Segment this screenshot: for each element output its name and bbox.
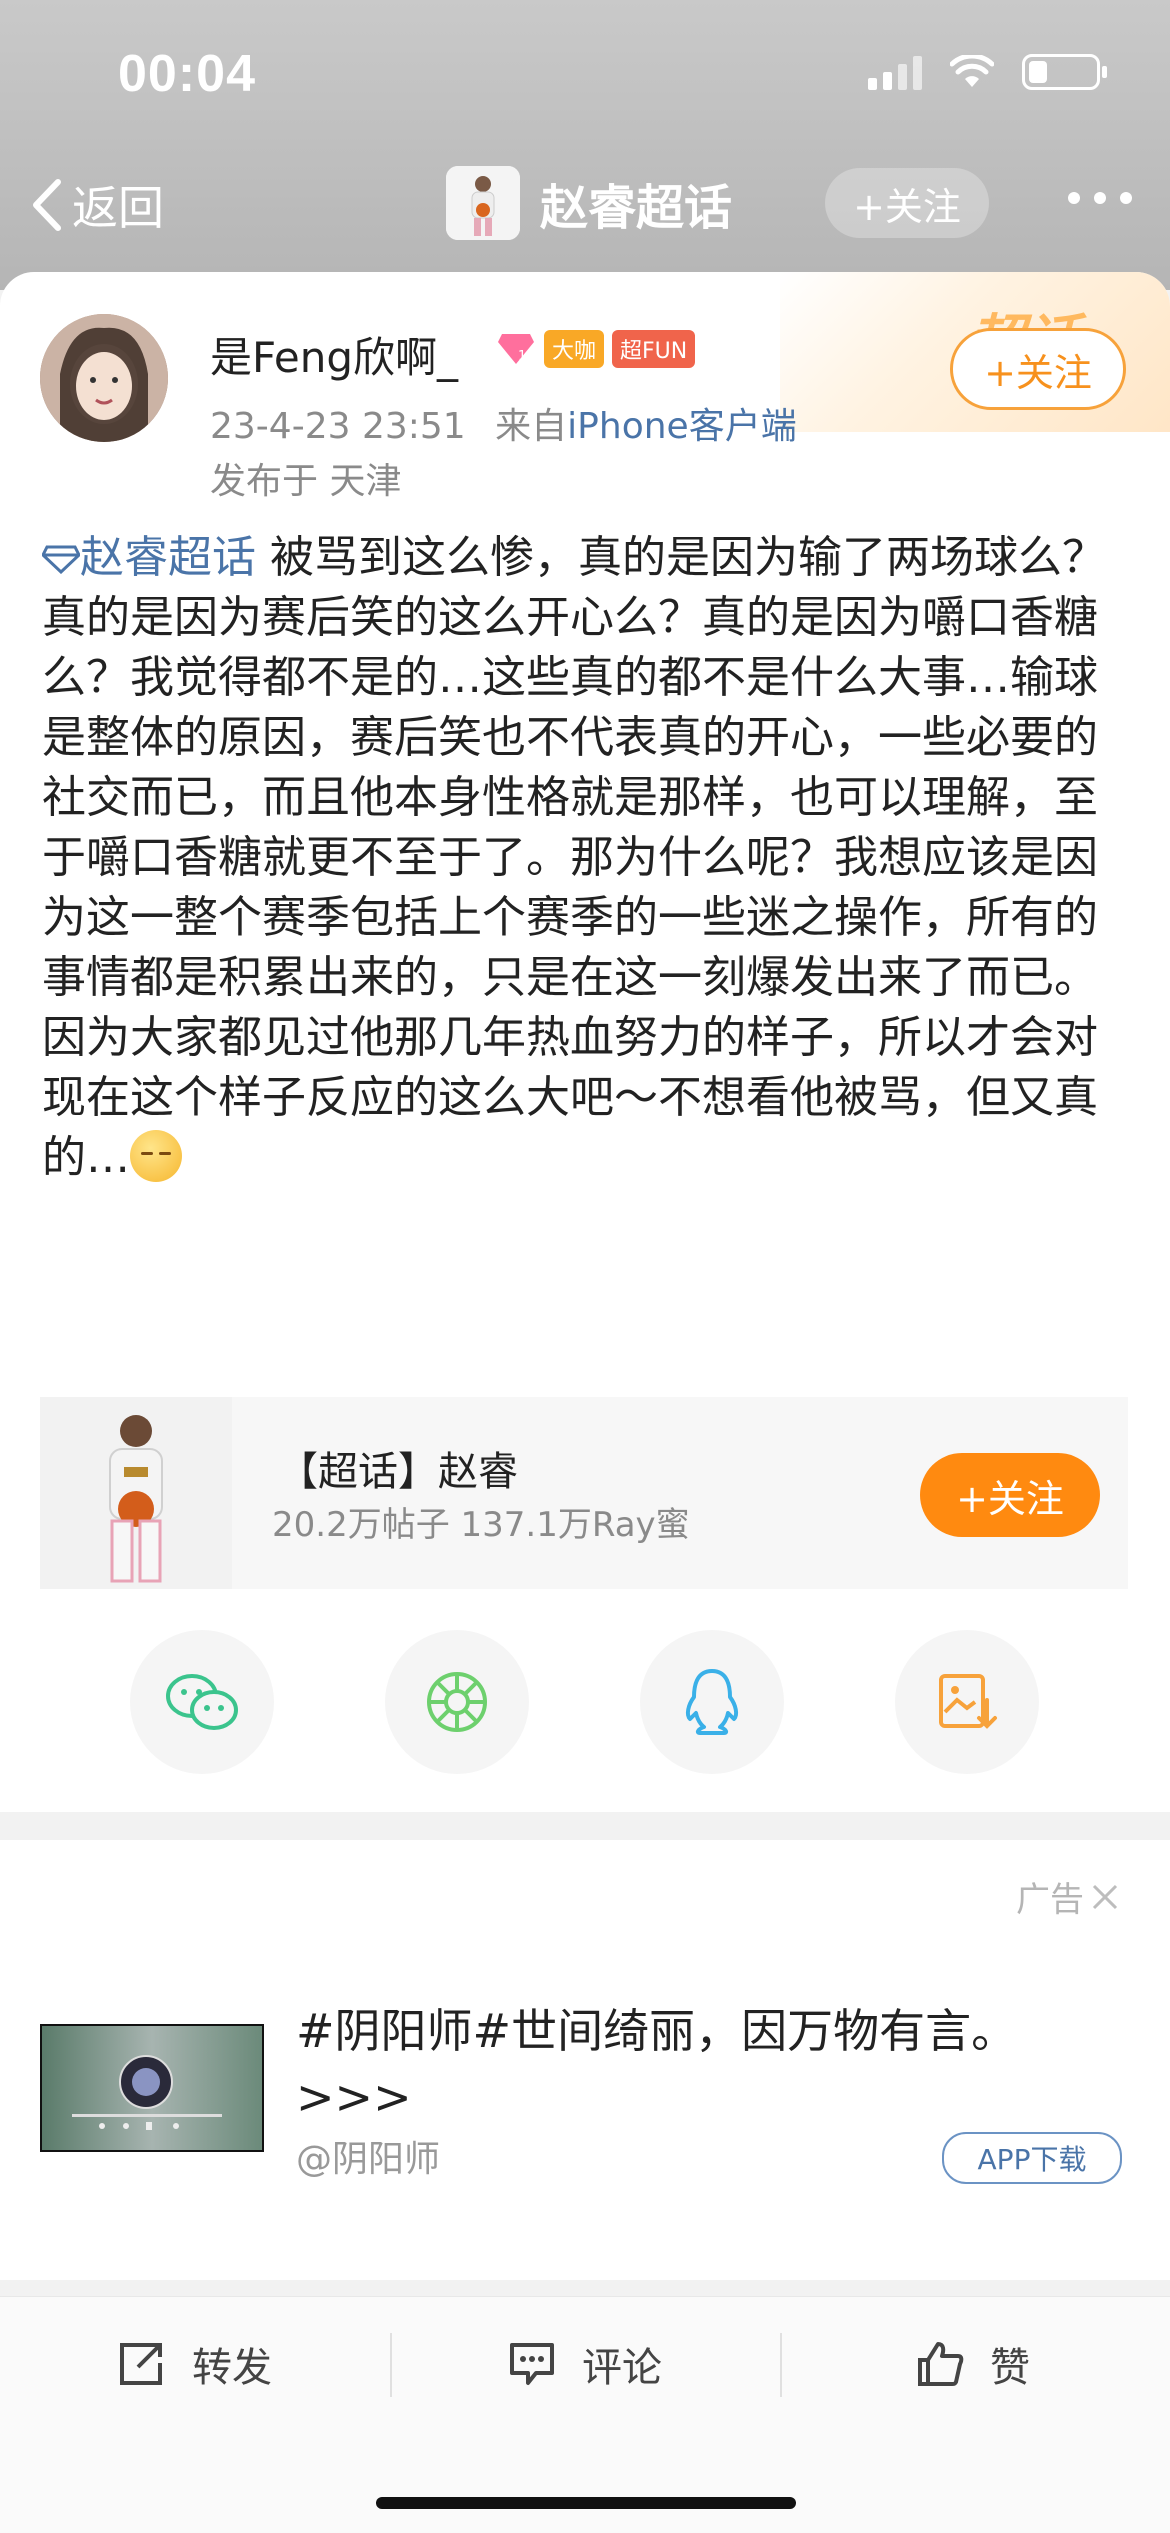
repost-icon xyxy=(120,2343,162,2385)
moments-icon xyxy=(427,1672,487,1732)
like-button[interactable]: 赞 xyxy=(916,2335,1030,2393)
ad-account: @阴阳师 xyxy=(296,2139,441,2180)
follow-user-button[interactable]: +关注 xyxy=(950,328,1126,410)
source-prefix: 来自 xyxy=(495,406,568,447)
follow-topic-button[interactable]: +关注 xyxy=(825,168,989,238)
save-image-button[interactable] xyxy=(895,1630,1039,1774)
ad-title: #阴阳师#世间绮丽，因万物有言。>>> xyxy=(296,2004,1018,2124)
wechat-icon xyxy=(166,1674,238,1730)
comment-button[interactable]: 评论 xyxy=(508,2335,662,2393)
topic-follow-button[interactable]: +关注 xyxy=(920,1453,1100,1537)
sleepy-emoji-icon xyxy=(130,1130,182,1182)
post-time: 23-4-23 23:51 xyxy=(210,406,466,447)
share-wechat-button[interactable] xyxy=(130,1630,274,1774)
user-badges: 13 大咖 超FUN xyxy=(496,330,696,368)
post-source[interactable]: iPhone客户端 xyxy=(567,406,797,447)
dakha-badge: 大咖 xyxy=(544,330,605,368)
app-download-button[interactable]: APP下载 xyxy=(942,2132,1122,2184)
cellular-signal-icon xyxy=(868,54,922,90)
topic-tag-label: 赵睿超话 xyxy=(80,532,256,583)
status-icons xyxy=(868,54,1107,90)
more-options-icon[interactable] xyxy=(1068,192,1132,204)
nav-bar: 返回 赵睿超话 +关注 xyxy=(0,160,1170,250)
topic-card-title: 【超话】赵睿 xyxy=(278,1449,518,1495)
username[interactable]: 是Feng欣啊_ xyxy=(210,324,458,385)
ad-label-text: 广告 xyxy=(1016,1880,1084,1920)
superfun-badge: 超FUN xyxy=(612,330,696,368)
post-location: 发布于 天津 xyxy=(210,461,402,502)
post-text: 赵睿超话 被骂到这么惨，真的是因为输了两场球么？真的是因为赛后笑的这么开心么？真… xyxy=(41,528,1127,1188)
topic-card[interactable]: 【超话】赵睿 20.2万帖子 137.1万Ray蜜 +关注 xyxy=(40,1397,1128,1589)
ad-thumbnail xyxy=(40,2024,264,2152)
divider xyxy=(390,2333,392,2397)
divider xyxy=(780,2333,782,2397)
ad-label[interactable]: 广告 xyxy=(1016,1872,1120,1921)
share-row xyxy=(0,1630,1170,1780)
comment-icon xyxy=(510,2343,554,2385)
repost-button[interactable]: 转发 xyxy=(116,2335,272,2393)
user-avatar[interactable] xyxy=(40,314,168,442)
back-button[interactable]: 返回 xyxy=(30,172,164,238)
level-badge-icon: 13 xyxy=(498,334,535,364)
repost-label: 转发 xyxy=(192,2345,272,2391)
topic-avatar xyxy=(446,166,520,240)
svg-text:13: 13 xyxy=(518,349,535,364)
chevron-left-icon xyxy=(33,179,61,231)
topic-card-stats: 20.2万帖子 137.1万Ray蜜 xyxy=(272,1505,690,1545)
battery-icon xyxy=(1022,54,1107,90)
nav-title[interactable]: 赵睿超话 xyxy=(446,166,732,240)
header: 00:04 返回 赵睿超话 +关注 xyxy=(0,0,1170,290)
wifi-icon xyxy=(950,55,994,87)
bottom-action-bar: 转发 评论 赞 xyxy=(0,2296,1170,2533)
close-icon[interactable] xyxy=(1090,1882,1120,1912)
status-time: 00:04 xyxy=(118,45,256,103)
nav-title-text: 赵睿超话 xyxy=(540,180,733,236)
save-image-icon xyxy=(939,1674,997,1729)
comment-label: 评论 xyxy=(582,2345,662,2391)
share-moments-button[interactable] xyxy=(385,1630,529,1774)
back-label: 返回 xyxy=(72,181,164,235)
post-card: 超话 是Feng欣啊_ 13 大咖 超FUN 23-4-23 23:51 来自i… xyxy=(0,272,1170,1812)
share-qq-button[interactable] xyxy=(640,1630,784,1774)
ad-card[interactable]: 广告 #阴阳师#世间绮丽，因万物有言。>>> @阴阳师 APP下载 xyxy=(0,1840,1170,2280)
qq-icon xyxy=(685,1669,739,1735)
like-label: 赞 xyxy=(990,2345,1030,2391)
topic-tag[interactable]: 赵睿超话 xyxy=(41,532,256,583)
home-indicator xyxy=(376,2497,796,2509)
post-meta: 23-4-23 23:51 来自iPhone客户端 xyxy=(210,397,797,449)
post-body: 被骂到这么惨，真的是因为输了两场球么？真的是因为赛后笑的这么开心么？真的是因为嚼… xyxy=(42,532,1106,1183)
topic-image xyxy=(40,1397,232,1589)
thumbs-up-icon xyxy=(918,2342,964,2386)
diamond-icon xyxy=(41,545,81,575)
